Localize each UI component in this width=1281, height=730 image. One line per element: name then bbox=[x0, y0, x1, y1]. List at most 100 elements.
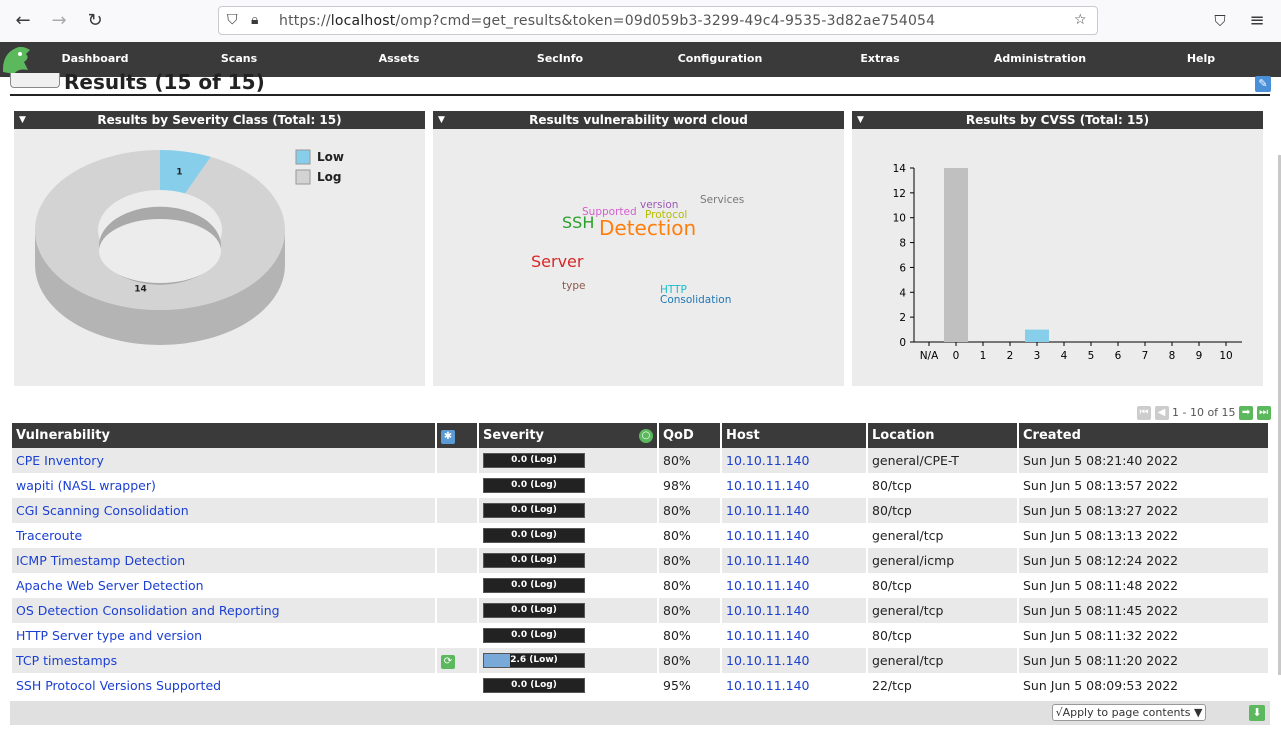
y-tick-label: 0 bbox=[899, 337, 906, 349]
header-created[interactable]: Created bbox=[1019, 423, 1268, 448]
menu-assets[interactable]: Assets bbox=[319, 52, 479, 65]
vulnerability-link[interactable]: TCP timestamps bbox=[16, 653, 117, 668]
next-page-icon[interactable]: ➡ bbox=[1239, 406, 1254, 420]
host-link[interactable]: 10.10.11.140 bbox=[726, 678, 810, 693]
word-cloud: Services version Supported Protocol SSH … bbox=[531, 194, 744, 306]
vulnerability-link[interactable]: CGI Scanning Consolidation bbox=[16, 503, 189, 518]
cell-qod: 80% bbox=[659, 598, 720, 623]
donut-value-label: 1 bbox=[176, 167, 182, 177]
cell-vulnerability: CGI Scanning Consolidation bbox=[12, 498, 435, 523]
cell-vulnerability: Traceroute bbox=[12, 523, 435, 548]
vulnerability-link[interactable]: Traceroute bbox=[16, 528, 82, 543]
sort-icon[interactable]: ○ bbox=[639, 429, 653, 443]
host-link[interactable]: 10.10.11.140 bbox=[726, 553, 810, 568]
forward-icon[interactable]: → bbox=[46, 9, 72, 33]
menu-help[interactable]: Help bbox=[1121, 52, 1281, 65]
host-link[interactable]: 10.10.11.140 bbox=[726, 528, 810, 543]
reload-icon[interactable]: ↻ bbox=[82, 9, 108, 33]
prev-page-icon[interactable]: ◀ bbox=[1154, 406, 1169, 420]
first-page-icon[interactable]: ⏮ bbox=[1137, 406, 1151, 420]
collapse-icon[interactable]: ▼ bbox=[438, 111, 445, 129]
host-link[interactable]: 10.10.11.140 bbox=[726, 478, 810, 493]
menu-administration[interactable]: Administration bbox=[960, 52, 1120, 65]
host-link[interactable]: 10.10.11.140 bbox=[726, 578, 810, 593]
cell-solution bbox=[437, 473, 477, 498]
vulnerability-link[interactable]: ICMP Timestamp Detection bbox=[16, 553, 185, 568]
url-text[interactable]: https://localhost/omp?cmd=get_results&to… bbox=[279, 13, 935, 29]
menu-extras[interactable]: Extras bbox=[800, 52, 960, 65]
cell-location: 80/tcp bbox=[868, 623, 1017, 648]
cell-created: Sun Jun 5 08:12:24 2022 bbox=[1019, 548, 1268, 573]
address-bar[interactable]: ⛉ 🔒︎ https://localhost/omp?cmd=get_resul… bbox=[218, 6, 1098, 35]
y-tick-label: 14 bbox=[893, 163, 907, 175]
header-qod[interactable]: QoD bbox=[659, 423, 720, 448]
cell-solution bbox=[437, 673, 477, 698]
x-tick-label: 1 bbox=[980, 350, 987, 362]
header-location[interactable]: Location bbox=[868, 423, 1017, 448]
word-detection[interactable]: Detection bbox=[599, 216, 696, 240]
severity-panel-header: ▼ Results by Severity Class (Total: 15) bbox=[14, 111, 425, 129]
severity-label: 0.0 (Log) bbox=[511, 480, 557, 490]
word-server[interactable]: Server bbox=[531, 252, 584, 271]
cell-solution bbox=[437, 523, 477, 548]
header-solution-type: ✱ bbox=[437, 423, 477, 448]
word-services[interactable]: Services bbox=[700, 194, 744, 206]
host-link[interactable]: 10.10.11.140 bbox=[726, 653, 810, 668]
cell-solution bbox=[437, 448, 477, 473]
vulnerability-link[interactable]: CPE Inventory bbox=[16, 453, 104, 468]
word-ssh[interactable]: SSH bbox=[562, 213, 594, 232]
word-consolidation[interactable]: Consolidation bbox=[660, 294, 731, 306]
vulnerability-link[interactable]: SSH Protocol Versions Supported bbox=[16, 678, 221, 693]
cell-created: Sun Jun 5 08:11:45 2022 bbox=[1019, 598, 1268, 623]
last-page-icon[interactable]: ⏭ bbox=[1256, 406, 1271, 420]
apply-to-page-select[interactable]: √Apply to page contents ▼ bbox=[1052, 704, 1206, 721]
header-vulnerability[interactable]: Vulnerability bbox=[12, 423, 435, 448]
header-severity[interactable]: Severity ○ bbox=[479, 423, 657, 448]
x-tick-label: 7 bbox=[1142, 350, 1149, 362]
vulnerability-link[interactable]: OS Detection Consolidation and Reporting bbox=[16, 603, 280, 618]
vulnerability-link[interactable]: wapiti (NASL wrapper) bbox=[16, 478, 156, 493]
workaround-icon[interactable]: ⟳ bbox=[441, 655, 455, 669]
table-row: TCP timestamps ⟳ 2.6 (Low) 80% 10.10.11.140 g… bbox=[12, 648, 1268, 673]
host-link[interactable]: 10.10.11.140 bbox=[726, 628, 810, 643]
collapse-icon[interactable]: ▼ bbox=[19, 111, 26, 129]
pocket-icon[interactable]: ⛉ bbox=[1207, 9, 1233, 33]
cell-qod: 80% bbox=[659, 623, 720, 648]
cvss-bar-0[interactable] bbox=[944, 168, 968, 342]
host-link[interactable]: 10.10.11.140 bbox=[726, 603, 810, 618]
host-link[interactable]: 10.10.11.140 bbox=[726, 453, 810, 468]
cell-location: general/tcp bbox=[868, 523, 1017, 548]
header-host[interactable]: Host bbox=[722, 423, 866, 448]
results-table: Vulnerability ✱ Severity ○ QoD Host Locat… bbox=[10, 423, 1270, 698]
results-icon bbox=[10, 73, 60, 88]
vulnerability-link[interactable]: HTTP Server type and version bbox=[16, 628, 202, 643]
vulnerability-link[interactable]: Apache Web Server Detection bbox=[16, 578, 204, 593]
cell-qod: 80% bbox=[659, 523, 720, 548]
host-link[interactable]: 10.10.11.140 bbox=[726, 503, 810, 518]
menu-icon[interactable]: ≡ bbox=[1244, 9, 1270, 33]
download-icon[interactable]: ⬇ bbox=[1249, 705, 1265, 721]
menu-secinfo[interactable]: SecInfo bbox=[480, 52, 640, 65]
cell-vulnerability: Apache Web Server Detection bbox=[12, 573, 435, 598]
severity-bar: 0.0 (Log) bbox=[483, 478, 585, 493]
back-icon[interactable]: ← bbox=[10, 9, 36, 33]
legend-swatch bbox=[295, 149, 311, 165]
cell-severity: 0.0 (Log) bbox=[479, 673, 657, 698]
wordcloud-panel: ▼ Results vulnerability word cloud Servi… bbox=[433, 111, 844, 386]
word-type[interactable]: type bbox=[562, 280, 585, 292]
cvss-bar-3[interactable] bbox=[1025, 329, 1049, 342]
cell-vulnerability: OS Detection Consolidation and Reporting bbox=[12, 598, 435, 623]
cvss-panel-title: Results by CVSS (Total: 15) bbox=[965, 113, 1150, 127]
menu-dashboard[interactable]: Dashboard bbox=[15, 52, 175, 65]
donut-value-label: 14 bbox=[134, 285, 147, 295]
y-tick-label: 4 bbox=[899, 287, 906, 299]
menu-scans[interactable]: Scans bbox=[159, 52, 319, 65]
cell-severity: 0.0 (Log) bbox=[479, 548, 657, 573]
cell-created: Sun Jun 5 08:13:13 2022 bbox=[1019, 523, 1268, 548]
browser-toolbar: ← → ↻ ⛉ 🔒︎ https://localhost/omp?cmd=get… bbox=[0, 0, 1281, 43]
wrench-icon[interactable]: ✎ bbox=[1255, 76, 1271, 92]
menu-configuration[interactable]: Configuration bbox=[640, 52, 800, 65]
bookmark-star-icon[interactable]: ☆ bbox=[1074, 12, 1087, 28]
cell-solution bbox=[437, 498, 477, 523]
collapse-icon[interactable]: ▼ bbox=[857, 111, 864, 129]
